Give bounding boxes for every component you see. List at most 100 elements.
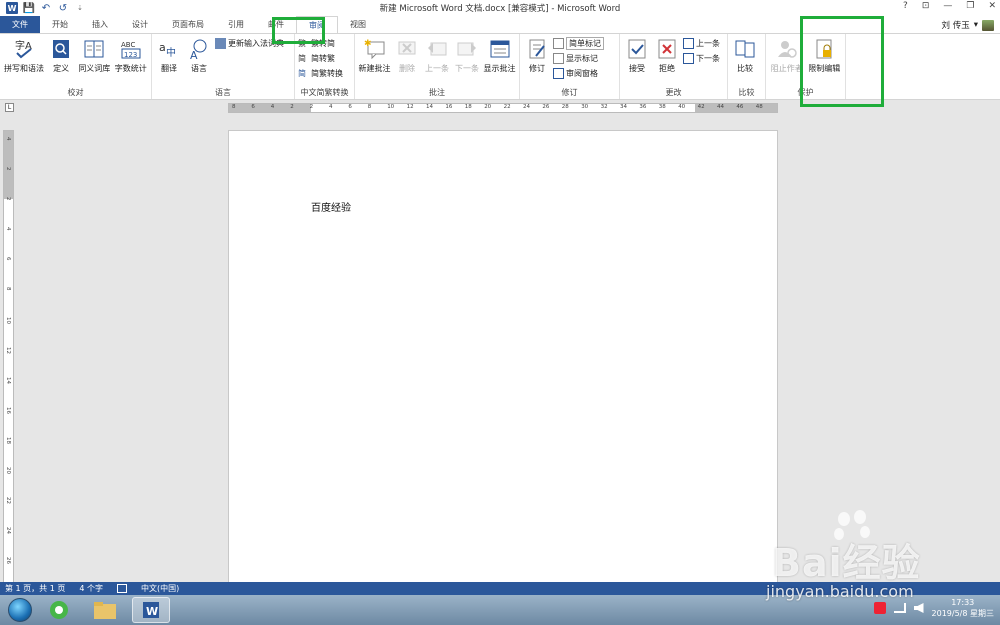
ruler-tick-label: 40 (678, 104, 686, 110)
page-count[interactable]: 第 1 页，共 1 页 (5, 583, 65, 594)
svg-text:a: a (159, 41, 166, 54)
close-button[interactable]: ✕ (988, 1, 996, 11)
ruler-tick-label: 16 (445, 104, 453, 110)
markup-display-dropdown[interactable]: 简单标记 (553, 37, 604, 50)
minimize-button[interactable]: — (943, 1, 952, 11)
ruler-tick-label: 2 (5, 167, 11, 171)
translate-button[interactable]: a中 翻译 (155, 36, 183, 74)
language-button[interactable]: A 语言 (185, 36, 213, 74)
ruler-tick-label: 14 (426, 104, 433, 110)
next-comment-button[interactable]: 下一条 (453, 36, 481, 74)
ruler-tick-label: 26 (5, 557, 11, 564)
ruler-tick-label: 32 (600, 104, 608, 110)
group-compare: 比较 比较 (728, 34, 766, 99)
window-controls: ? ⊡ — ❐ ✕ (903, 1, 996, 11)
word-icon: W (143, 602, 159, 618)
ruler-tick-label: 18 (464, 104, 472, 110)
svg-text:中: 中 (166, 46, 176, 59)
start-button[interactable] (8, 598, 32, 622)
define-button[interactable]: 定义 (47, 36, 75, 74)
ribbon-display-options-button[interactable]: ⊡ (922, 1, 930, 11)
title-bar: W 💾 ↶ ↺ ⇣ 新建 Microsoft Word 文档.docx [兼容模… (0, 0, 1000, 16)
ruler-tick-label: 8 (232, 104, 236, 110)
delete-comment-button[interactable]: 删除 (393, 36, 421, 74)
language-status[interactable]: 中文(中国) (141, 583, 179, 594)
ruler-tick-label: 6 (348, 104, 352, 110)
ruler-tick-label: 34 (620, 104, 627, 110)
ruler-tick-label: 4 (5, 137, 11, 141)
undo-icon[interactable]: ↶ (40, 2, 52, 14)
ime-icon[interactable] (873, 602, 886, 614)
baidu-watermark: Bai经验 jingyan.baidu.com (752, 510, 1000, 602)
ruler-tick-label: 12 (5, 347, 11, 354)
new-comment-button[interactable]: ✱ 新建批注 (358, 36, 391, 74)
tab-page-layout[interactable]: 页面布局 (160, 16, 216, 33)
word-app-icon[interactable]: W (6, 2, 18, 14)
vertical-ruler[interactable]: 4 2 2 4 6 8 10 12 14 16 18 20 22 24 26 (3, 130, 14, 585)
proofing-status-icon[interactable] (117, 584, 127, 593)
ruler-tick-label: 24 (5, 527, 11, 534)
window-title: 新建 Microsoft Word 文档.docx [兼容模式] - Micro… (379, 4, 621, 14)
previous-comment-icon (426, 38, 448, 60)
word-taskbar-button[interactable]: W (132, 597, 170, 623)
clock-date: 2019/5/8 星期三 (931, 609, 994, 618)
markup-icon (553, 38, 564, 49)
group-proofing: 字A 拼写和语法 定义 同义词库 ABC 123 字数统计 校对 (0, 34, 152, 99)
update-dictionary-icon (215, 38, 226, 49)
next-change-button[interactable]: 下一条 (683, 52, 720, 65)
ruler-tick-label: 2 (5, 197, 11, 201)
user-account[interactable]: 刘 传玉 ▾ (942, 19, 994, 31)
tab-file[interactable]: 文件 (0, 16, 40, 33)
tab-view[interactable]: 视图 (338, 16, 378, 33)
document-text[interactable]: 百度经验 (311, 199, 351, 214)
quick-access-toolbar: W 💾 ↶ ↺ ⇣ (0, 0, 86, 16)
volume-icon[interactable] (913, 603, 924, 613)
word-count[interactable]: 4 个字 (79, 583, 103, 594)
accept-button[interactable]: 接受 (623, 36, 651, 74)
avatar (982, 19, 994, 31)
network-icon[interactable] (893, 603, 906, 613)
restore-button[interactable]: ❐ (966, 1, 974, 11)
thesaurus-button[interactable]: 同义词库 (77, 36, 111, 74)
svg-text:W: W (146, 605, 158, 618)
tab-selector[interactable]: L (5, 103, 14, 112)
tab-insert[interactable]: 插入 (80, 16, 120, 33)
previous-change-button[interactable]: 上一条 (683, 37, 720, 50)
tab-design[interactable]: 设计 (120, 16, 160, 33)
ruler-tick-label: 10 (5, 317, 11, 324)
redo-icon[interactable]: ↺ (57, 2, 69, 14)
ie-taskbar-button[interactable] (40, 597, 78, 623)
previous-comment-button[interactable]: 上一条 (423, 36, 451, 74)
tab-home[interactable]: 开始 (40, 16, 80, 33)
simplified-to-traditional-icon: 简 (298, 54, 306, 63)
chinese-conversion-button[interactable]: 简 简繁转换 (298, 67, 343, 80)
group-label-comments: 批注 (429, 88, 445, 97)
highlight-review-tab (272, 17, 325, 44)
ruler-tick-label: 48 (755, 104, 763, 110)
group-changes: 接受 拒绝 上一条 下一条 更改 (620, 34, 728, 99)
delete-comment-icon (396, 38, 418, 60)
customize-qat-icon[interactable]: ⇣ (74, 2, 86, 14)
document-page[interactable]: 百度经验 (228, 130, 778, 590)
compare-icon (734, 38, 756, 60)
horizontal-ruler[interactable]: 8 6 4 2 2 4 6 8 10 12 14 16 18 20 22 24 26 28 30 32 34 36 38 40… (228, 103, 778, 113)
show-comments-button[interactable]: 显示批注 (483, 36, 516, 74)
reviewing-pane-button[interactable]: 审阅窗格 (553, 67, 604, 80)
track-changes-button[interactable]: 修订 (523, 36, 551, 74)
group-label-language: 语言 (215, 88, 231, 97)
save-icon[interactable]: 💾 (23, 2, 35, 14)
thesaurus-icon (83, 38, 105, 60)
reject-button[interactable]: 拒绝 (653, 36, 681, 74)
ruler-tick-label: 6 (5, 257, 11, 261)
spelling-grammar-button[interactable]: 字A 拼写和语法 (3, 36, 45, 74)
compare-button[interactable]: 比较 (731, 36, 759, 74)
show-markup-button[interactable]: 显示标记 (553, 52, 604, 65)
simplified-to-traditional-button[interactable]: 简 简转繁 (298, 52, 343, 65)
group-label-changes: 更改 (665, 88, 682, 97)
explorer-taskbar-button[interactable] (86, 597, 124, 623)
word-count-button[interactable]: ABC 123 字数统计 (114, 36, 148, 74)
block-authors-icon (776, 38, 798, 60)
help-button[interactable]: ? (903, 1, 908, 11)
tab-references[interactable]: 引用 (216, 16, 256, 33)
ruler-tick-label: 10 (387, 104, 395, 110)
